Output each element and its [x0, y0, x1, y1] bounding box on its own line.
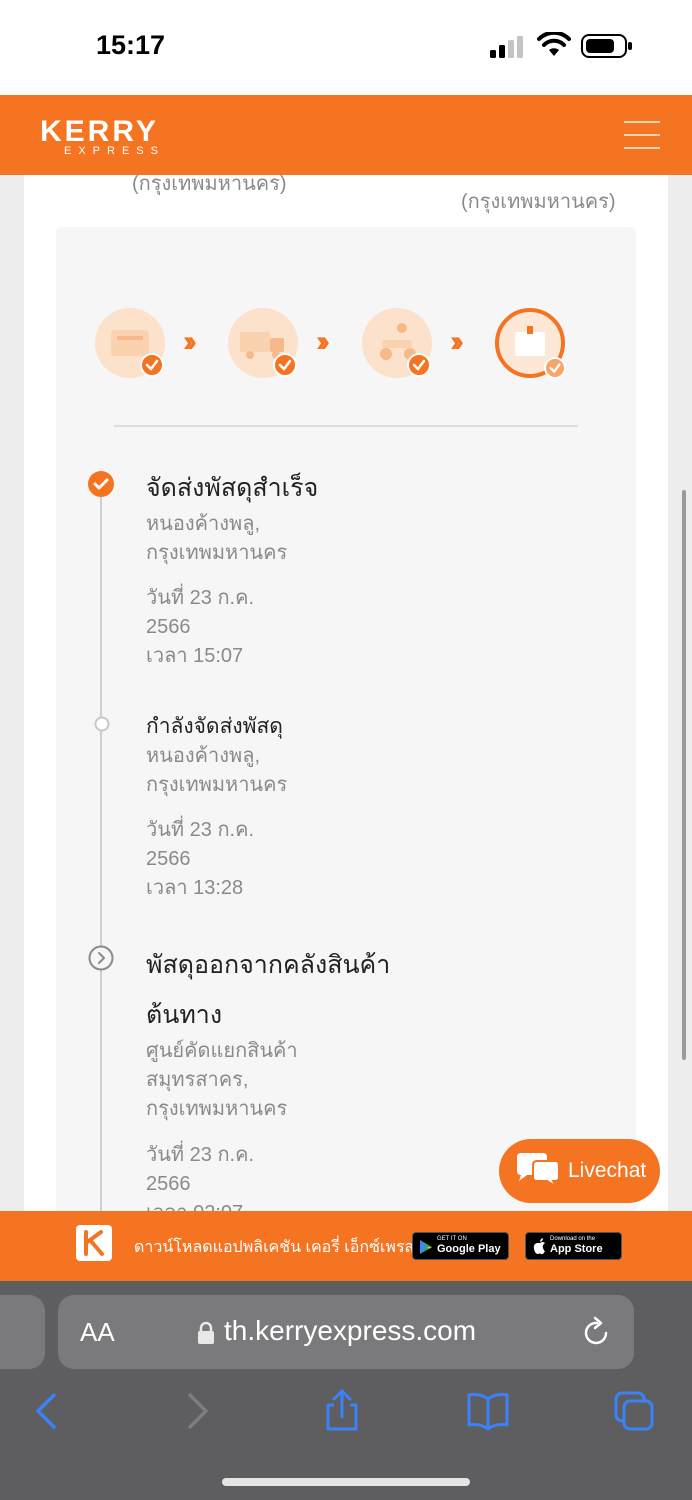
app-store-button[interactable]: Download on the App Store — [525, 1232, 622, 1260]
step-3-check-icon — [407, 353, 431, 377]
home-indicator — [222, 1478, 470, 1486]
event-location: กรุงเทพมหานคร — [146, 774, 288, 796]
event-title-continued: ต้นทาง — [146, 1001, 223, 1029]
chevron-right-circle-icon[interactable] — [88, 945, 114, 971]
event-location: สมุทรสาคร, — [146, 1069, 249, 1091]
event-date: วันที่ 23 ก.ค. — [146, 587, 255, 609]
forward-icon[interactable] — [176, 1389, 220, 1433]
banner-text: ดาวน์โหลดแอปพลิเคชัน เคอรี่ เอ็กซ์เพรส — [134, 1239, 415, 1256]
bookmarks-icon[interactable] — [466, 1389, 510, 1433]
step-arrow-icon: ›› — [316, 325, 330, 358]
steps-divider — [114, 425, 578, 427]
event-year: 2566 — [146, 616, 191, 638]
site-header: KERRY EXPRESS — [0, 95, 692, 175]
google-play-icon — [420, 1240, 432, 1254]
kerry-express-logo[interactable]: KERRY EXPRESS — [40, 115, 210, 159]
event-date: วันที่ 23 ก.ค. — [146, 819, 255, 841]
lock-icon — [198, 1321, 214, 1344]
apple-icon — [533, 1238, 545, 1255]
app-store-label: App Store — [550, 1243, 603, 1255]
status-bar: 15:17 — [0, 0, 692, 95]
google-play-small-label: GET IT ON — [437, 1236, 467, 1242]
step-4-check-icon — [544, 357, 566, 379]
timeline-line — [100, 485, 102, 1211]
app-store-small-label: Download on the — [550, 1236, 596, 1242]
event-location: ศูนย์คัดแยกสินค้า — [146, 1040, 298, 1062]
google-play-button[interactable]: GET IT ON Google Play — [412, 1232, 509, 1260]
battery-icon — [581, 34, 632, 58]
step-2-check-icon — [273, 353, 297, 377]
back-icon[interactable] — [26, 1389, 70, 1433]
event-location: หนองค้างพลู, — [146, 513, 261, 535]
url-text: th.kerryexpress.com — [224, 1315, 477, 1346]
reader-options-button[interactable]: AA — [80, 1317, 115, 1348]
cellular-signal-icon — [490, 36, 523, 58]
step-arrow-icon: ›› — [183, 325, 197, 358]
step-arrow-icon: ›› — [450, 325, 464, 358]
scrollbar[interactable] — [682, 490, 686, 1060]
event-dot-icon — [94, 716, 110, 732]
event-time: เวลา 02:07 — [146, 1199, 243, 1211]
tracking-content: (กรุงเทพมหานคร) (กรุงเทพมหานคร) ›› ›› ›› — [0, 175, 692, 1211]
event-time: เวลา 15:07 — [146, 645, 244, 667]
previous-tab-peek[interactable] — [0, 1295, 45, 1369]
address-bar[interactable]: AA th.kerryexpress.com — [58, 1295, 634, 1369]
event-title: จัดส่งพัสดุสำเร็จ — [146, 474, 319, 502]
event-time: เวลา 13:28 — [146, 877, 244, 899]
wifi-icon — [537, 32, 571, 56]
reload-icon[interactable] — [582, 1315, 612, 1347]
hamburger-menu-icon[interactable] — [624, 121, 660, 149]
step-1-check-icon — [140, 353, 164, 377]
livechat-label: Livechat — [568, 1159, 647, 1182]
logo-wordmark: KERRY — [40, 115, 159, 148]
logo-subtext: EXPRESS — [64, 145, 165, 157]
screen: 15:17 KERRY EXPRESS (กรุงเทพมหานคร) (กรุ… — [0, 0, 692, 1500]
livechat-button[interactable]: Livechat — [499, 1139, 660, 1203]
destination-city: (กรุงเทพมหานคร) — [461, 191, 616, 213]
safari-toolbar: AA th.kerryexpress.com — [0, 1281, 692, 1500]
kerry-app-icon — [76, 1225, 112, 1261]
event-year: 2566 — [146, 1173, 191, 1195]
event-location: กรุงเทพมหานคร — [146, 542, 288, 564]
google-play-label: Google Play — [437, 1243, 501, 1255]
tabs-icon[interactable] — [612, 1389, 656, 1433]
app-download-banner: ดาวน์โหลดแอปพลิเคชัน เคอรี่ เอ็กซ์เพรส G… — [0, 1211, 692, 1281]
event-location: หนองค้างพลู, — [146, 745, 261, 767]
event-date: วันที่ 23 ก.ค. — [146, 1144, 255, 1166]
event-delivered-check-icon — [88, 471, 114, 497]
event-title: กำลังจัดส่งพัสดุ — [146, 715, 283, 738]
event-location: กรุงเทพมหานคร — [146, 1098, 288, 1120]
status-time: 15:17 — [96, 30, 166, 60]
origin-city: (กรุงเทพมหานคร) — [132, 175, 287, 195]
chat-bubbles-icon — [517, 1153, 560, 1188]
event-year: 2566 — [146, 848, 191, 870]
share-icon[interactable] — [320, 1389, 364, 1433]
event-title: พัสดุออกจากคลังสินค้า — [146, 951, 391, 979]
